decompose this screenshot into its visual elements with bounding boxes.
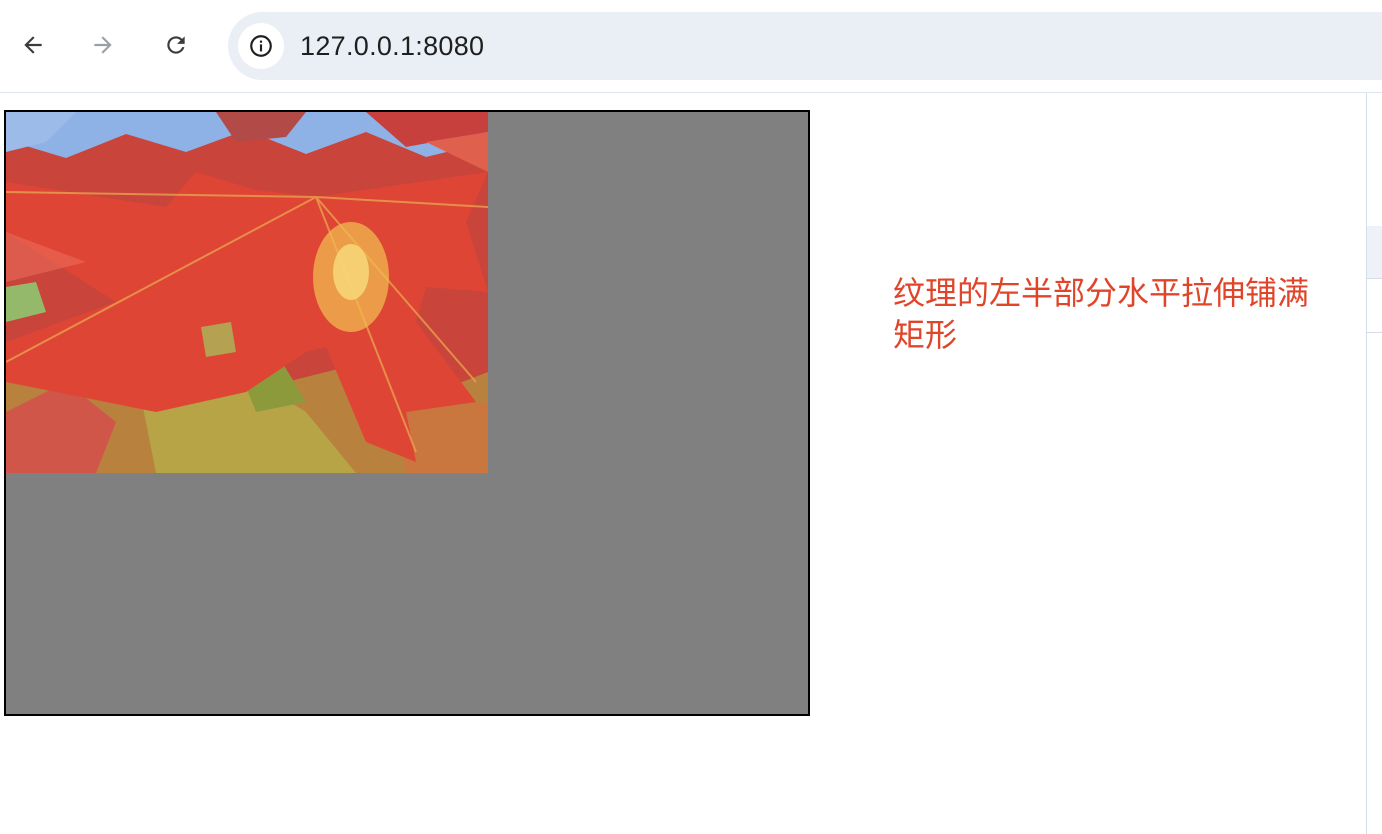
webgl-canvas [4, 110, 810, 716]
forward-button[interactable] [81, 23, 125, 67]
back-button[interactable] [11, 23, 55, 67]
reload-button[interactable] [154, 23, 198, 67]
maple-leaf-illustration [6, 112, 488, 473]
leaf-texture-image [6, 112, 488, 473]
info-icon [250, 35, 272, 57]
caption-text: 纹理的左半部分水平拉伸铺满矩形 [893, 274, 1310, 354]
site-info-button[interactable] [238, 23, 284, 69]
side-panel-tab[interactable] [1367, 226, 1382, 279]
arrow-right-icon [94, 36, 112, 54]
address-bar[interactable]: 127.0.0.1:8080 [228, 12, 1382, 80]
side-panel-divider [1367, 332, 1382, 333]
url-text[interactable]: 127.0.0.1:8080 [300, 31, 484, 62]
browser-toolbar: 127.0.0.1:8080 [0, 0, 1382, 93]
side-panel-edge [1366, 93, 1382, 834]
arrow-left-icon [24, 36, 42, 54]
reload-icon [167, 36, 185, 54]
